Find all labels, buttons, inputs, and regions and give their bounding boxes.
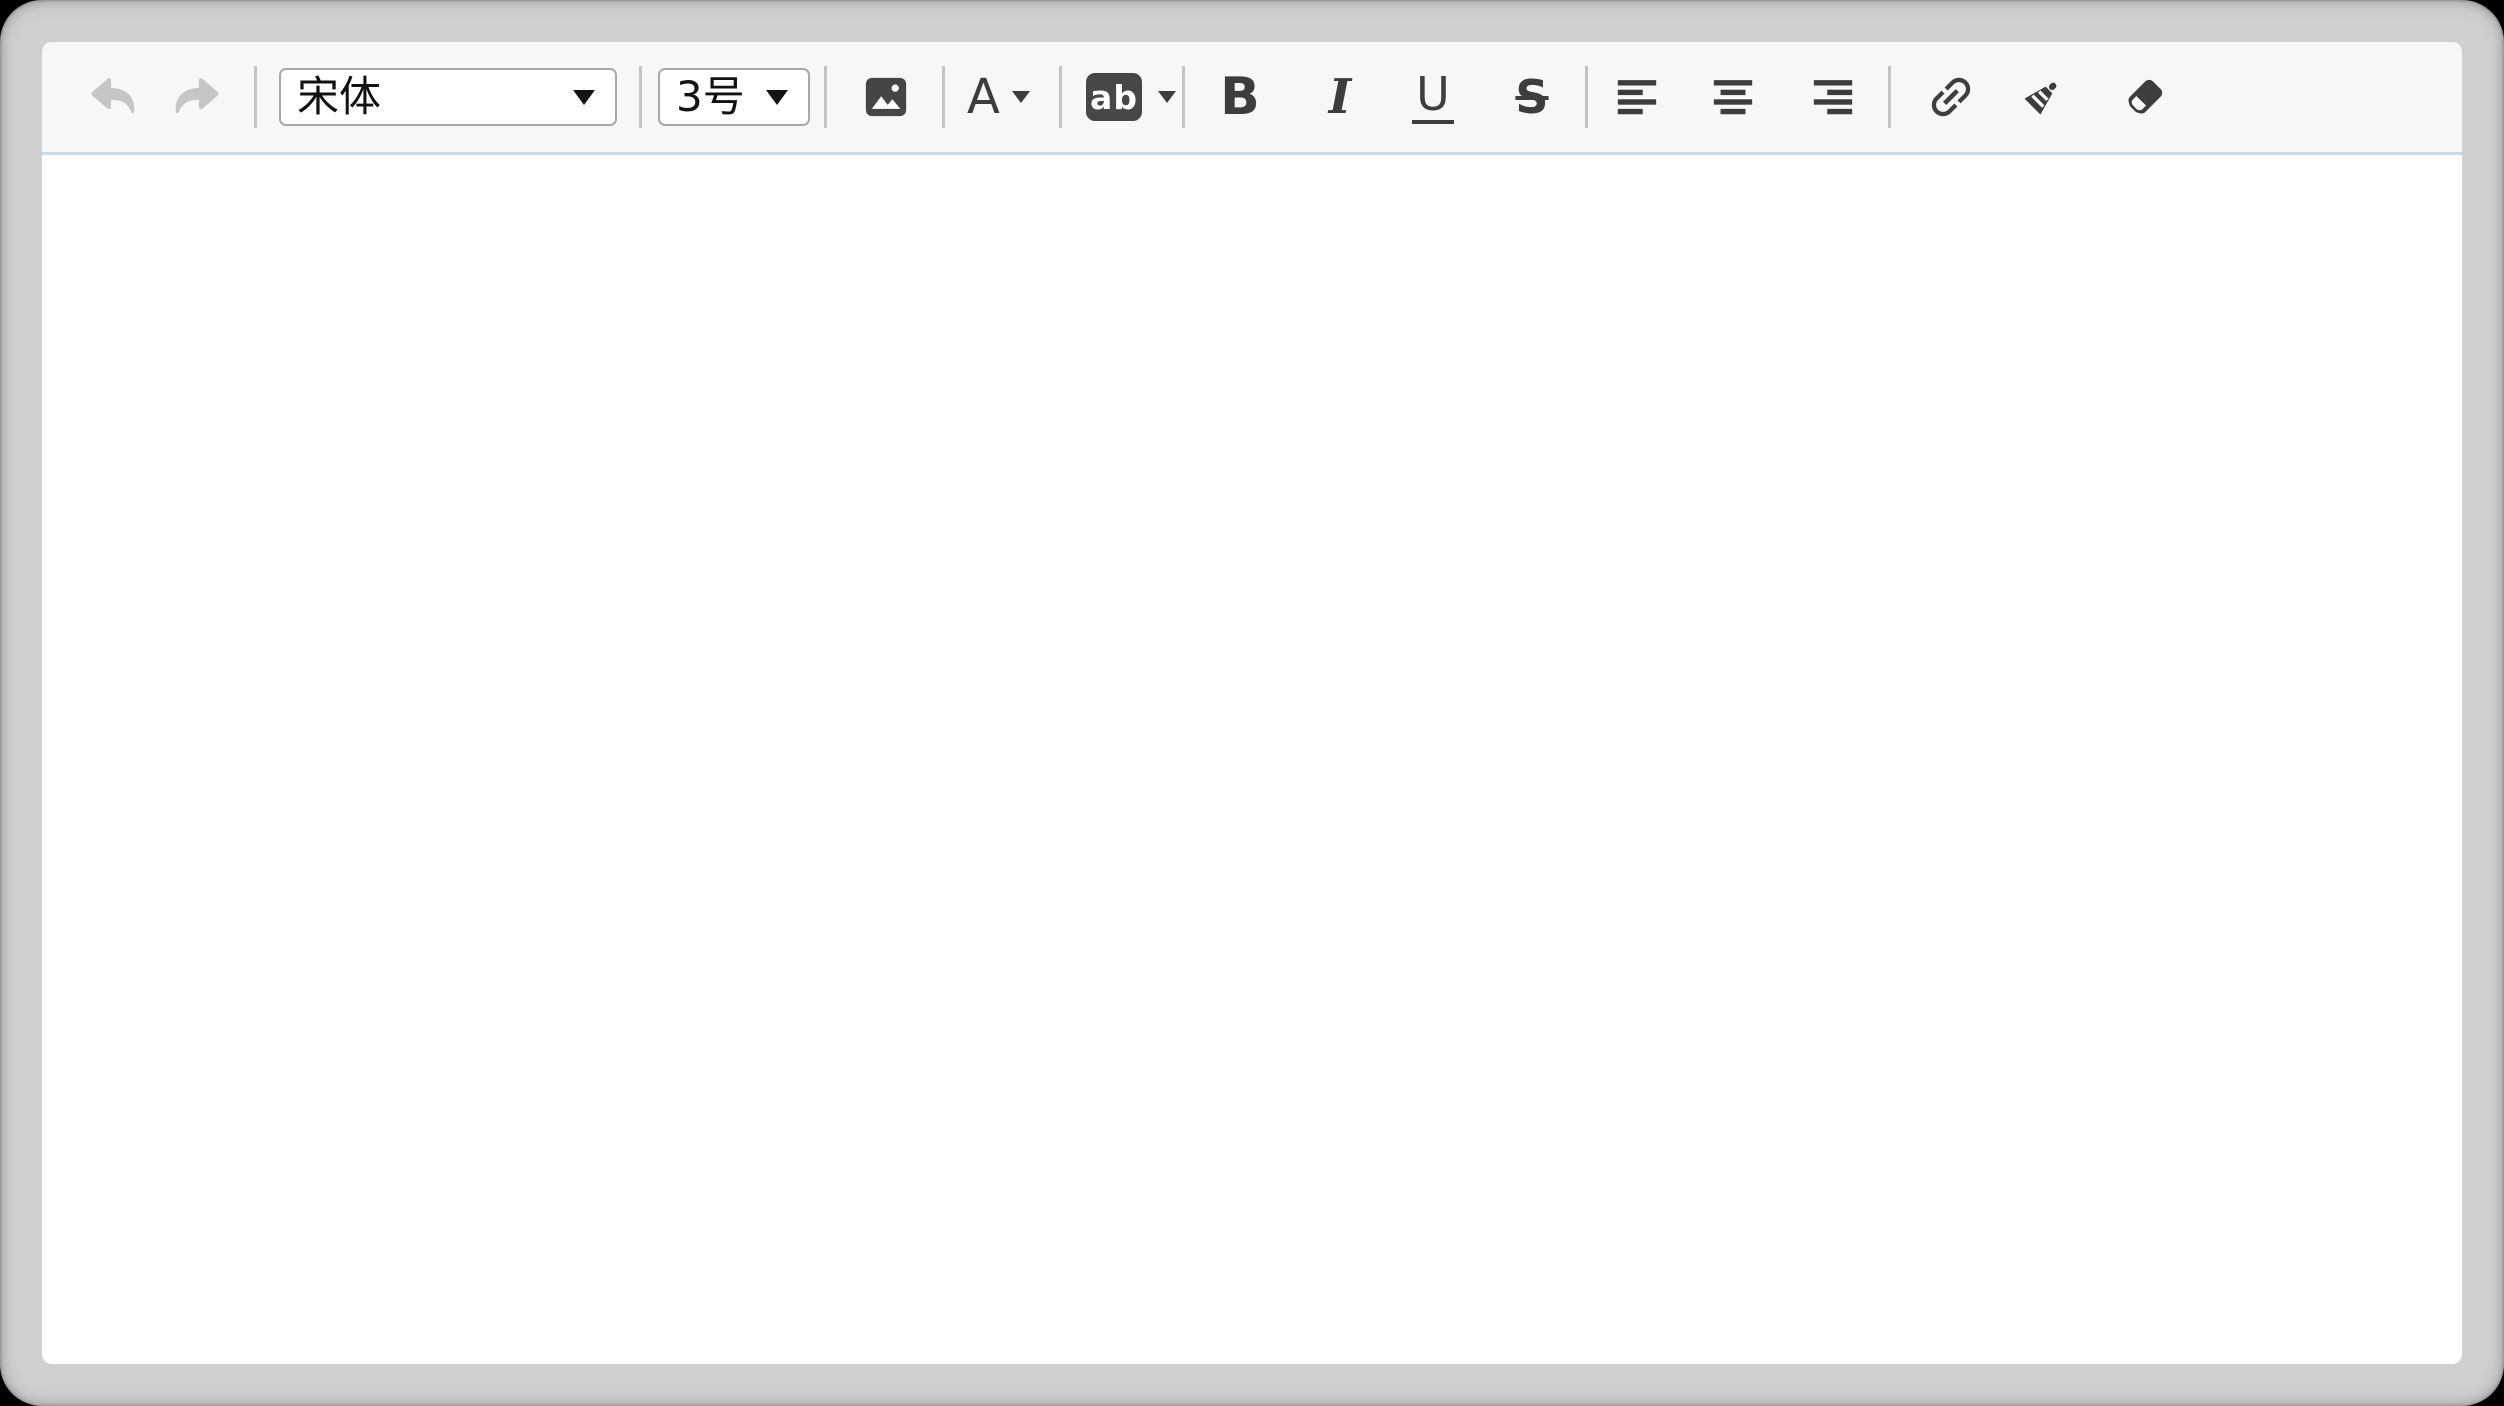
editor-window: 宋体 3号 A <box>0 0 2504 1406</box>
highlight-color-button[interactable]: ab <box>1086 55 1178 139</box>
window-frame: 宋体 3号 A <box>0 0 2504 1406</box>
redo-icon <box>167 72 225 122</box>
redo-button[interactable] <box>164 55 228 139</box>
rich-text-editor: 宋体 3号 A <box>42 42 2462 1364</box>
toolbar-separator <box>639 66 642 128</box>
font-family-value: 宋体 <box>297 76 381 118</box>
underline-label: U <box>1412 70 1454 124</box>
font-color-button[interactable]: A <box>967 55 1051 139</box>
strikethrough-label: S <box>1515 70 1548 124</box>
chevron-down-icon <box>1012 91 1030 103</box>
italic-button[interactable]: I <box>1305 55 1375 139</box>
insert-image-icon <box>862 74 910 120</box>
undo-button[interactable] <box>82 55 146 139</box>
strikethrough-button[interactable]: S <box>1497 55 1567 139</box>
toolbar-separator <box>254 66 257 128</box>
align-center-icon <box>1706 74 1760 120</box>
dropdown-caret-icon <box>766 90 788 105</box>
font-family-select[interactable]: 宋体 <box>279 68 617 126</box>
toolbar-separator <box>942 66 945 128</box>
align-left-icon <box>1610 74 1664 120</box>
undo-icon <box>85 72 143 122</box>
align-right-icon <box>1806 74 1860 120</box>
editor-content-area[interactable] <box>42 155 2462 1364</box>
italic-label: I <box>1329 69 1351 125</box>
toolbar-separator <box>1182 66 1185 128</box>
align-right-button[interactable] <box>1802 55 1864 139</box>
align-left-button[interactable] <box>1606 55 1668 139</box>
insert-link-button[interactable] <box>1919 55 1983 139</box>
font-size-select[interactable]: 3号 <box>658 68 810 126</box>
font-size-value: 3号 <box>676 76 745 118</box>
dropdown-caret-icon <box>573 90 595 105</box>
chevron-down-icon <box>1158 91 1176 103</box>
bold-button[interactable]: B <box>1205 55 1275 139</box>
align-center-button[interactable] <box>1702 55 1764 139</box>
font-color-icon: A <box>967 73 1000 121</box>
link-icon <box>1924 70 1978 124</box>
highlight-color-icon: ab <box>1086 73 1142 121</box>
eraser-button[interactable] <box>2113 55 2177 139</box>
format-brush-icon <box>2015 70 2069 124</box>
insert-image-button[interactable] <box>855 55 917 139</box>
toolbar-separator <box>824 66 827 128</box>
eraser-icon <box>2118 70 2172 124</box>
toolbar-separator <box>1888 66 1891 128</box>
editor-toolbar: 宋体 3号 A <box>42 42 2462 155</box>
format-brush-button[interactable] <box>2010 55 2074 139</box>
bold-label: B <box>1220 67 1260 127</box>
toolbar-separator <box>1059 66 1062 128</box>
toolbar-separator <box>1585 66 1588 128</box>
underline-button[interactable]: U <box>1398 55 1468 139</box>
